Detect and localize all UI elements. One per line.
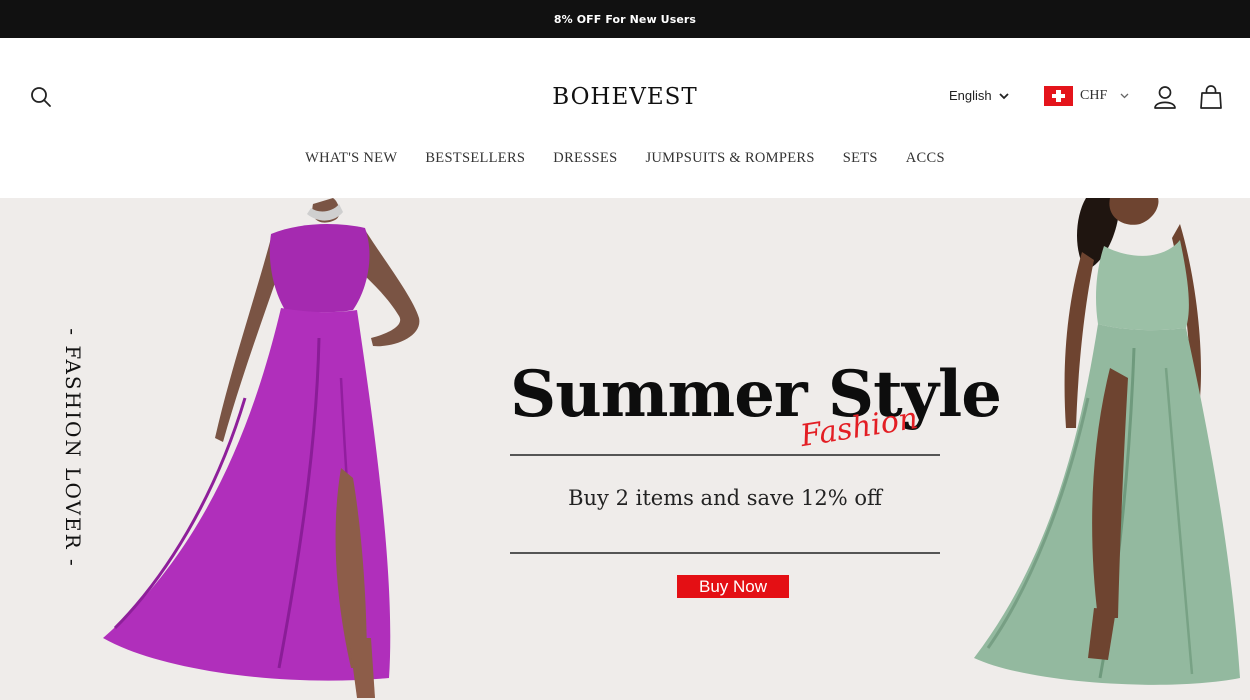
nav-item-whats-new[interactable]: WHAT'S NEW [305,150,397,167]
main-nav: WHAT'S NEW BESTSELLERS DRESSES JUMPSUITS… [0,150,1250,167]
bottom-divider [510,552,940,554]
user-icon[interactable] [1151,83,1179,111]
top-divider [510,454,940,456]
nav-item-accs[interactable]: ACCS [906,150,945,167]
nav-item-sets[interactable]: SETS [843,150,878,167]
shopping-bag-icon[interactable] [1197,83,1225,111]
model-purple-dress-image [103,198,420,698]
nav-item-dresses[interactable]: DRESSES [553,150,617,167]
announcement-bar: 8% OFF For New Users [0,0,1250,38]
swiss-flag-icon [1044,86,1073,106]
currency-selector[interactable]: CHF [1044,86,1129,106]
language-selector[interactable]: English [949,88,1009,103]
hero-banner[interactable]: - FASHION LOVER - Summer Style Fashion B… [0,198,1250,700]
hero-subline: Buy 2 items and save 12% off [568,486,882,510]
model-green-dress-image [974,198,1240,685]
currency-label: CHF [1080,88,1108,103]
announcement-text: 8% OFF For New Users [553,12,697,26]
hero-side-text-label: - FASHION LOVER - [61,328,85,568]
chevron-down-icon [1120,88,1129,104]
hero-headline: Summer Style [510,357,1002,432]
buy-now-button[interactable]: Buy Now [677,575,789,598]
hero-side-text: - FASHION LOVER - [48,328,98,578]
site-header: BOHEVEST English CHF WHAT'S NEW BESTSELL… [0,38,1250,198]
nav-item-jumpsuits-rompers[interactable]: JUMPSUITS & ROMPERS [645,150,814,167]
nav-item-bestsellers[interactable]: BESTSELLERS [425,150,525,167]
language-label: English [949,88,992,103]
chevron-down-icon [999,88,1009,103]
